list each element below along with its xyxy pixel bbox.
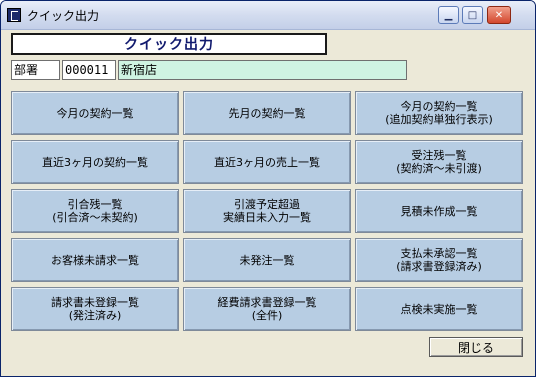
button-sublabel: (全件) bbox=[251, 309, 283, 322]
button-label: 経費請求書登録一覧 bbox=[217, 296, 317, 309]
report-button[interactable]: 見積未作成一覧 bbox=[355, 189, 523, 233]
button-label: 直近3ヶ月の契約一覧 bbox=[42, 155, 148, 169]
report-button[interactable]: 受注残一覧 (契約済～未引渡) bbox=[355, 140, 523, 184]
page-title: クイック出力 bbox=[11, 33, 327, 55]
button-sublabel: 実績日未入力一覧 bbox=[223, 211, 311, 224]
app-icon[interactable] bbox=[7, 8, 21, 22]
report-button[interactable]: 経費請求書登録一覧 (全件) bbox=[183, 287, 351, 331]
report-button[interactable]: 直近3ヶ月の売上一覧 bbox=[183, 140, 351, 184]
window-title: クイック出力 bbox=[27, 9, 100, 23]
report-button[interactable]: 直近3ヶ月の契約一覧 bbox=[11, 140, 179, 184]
report-button[interactable]: 先月の契約一覧 bbox=[183, 91, 351, 135]
button-sublabel: (引合済～未契約) bbox=[52, 211, 138, 224]
button-label: 今月の契約一覧 bbox=[56, 106, 134, 120]
button-label: 先月の契約一覧 bbox=[228, 106, 306, 120]
report-button[interactable]: 点検未実施一覧 bbox=[355, 287, 523, 331]
quick-output-window: クイック出力 ▁ □ ✕ クイック出力 部署 000011 新宿店 今月の契約一… bbox=[0, 0, 536, 377]
button-sublabel: (発注済み) bbox=[68, 309, 122, 322]
button-label: 引渡予定超過 bbox=[234, 198, 300, 211]
department-label: 部署 bbox=[11, 60, 60, 80]
button-label: 点検未実施一覧 bbox=[400, 302, 478, 316]
close-window-button[interactable]: ✕ bbox=[487, 6, 511, 24]
department-code-field[interactable]: 000011 bbox=[62, 60, 116, 80]
department-name-field: 新宿店 bbox=[118, 60, 407, 80]
button-label: 今月の契約一覧 bbox=[400, 100, 478, 113]
button-label: 受注残一覧 bbox=[411, 149, 467, 162]
close-icon: ✕ bbox=[494, 9, 504, 21]
title-bar[interactable]: クイック出力 ▁ □ ✕ bbox=[1, 1, 535, 30]
button-label: 請求書未登録一覧 bbox=[51, 296, 139, 309]
button-sublabel: (追加契約単独行表示) bbox=[385, 113, 493, 126]
report-button[interactable]: 請求書未登録一覧 (発注済み) bbox=[11, 287, 179, 331]
button-label: 直近3ヶ月の売上一覧 bbox=[214, 155, 320, 169]
button-sublabel: (契約済～未引渡) bbox=[396, 162, 482, 175]
button-label: 引合残一覧 bbox=[67, 198, 123, 211]
window-body: クイック出力 部署 000011 新宿店 今月の契約一覧 先月の契約一覧 今月の… bbox=[5, 30, 531, 372]
report-button[interactable]: 今月の契約一覧 bbox=[11, 91, 179, 135]
button-sublabel: (請求書登録済み) bbox=[396, 260, 482, 273]
report-button[interactable]: 未発注一覧 bbox=[183, 238, 351, 282]
button-label: 未発注一覧 bbox=[239, 253, 295, 267]
report-button[interactable]: お客様未請求一覧 bbox=[11, 238, 179, 282]
close-button[interactable]: 閉じる bbox=[429, 337, 523, 357]
report-button[interactable]: 支払未承認一覧 (請求書登録済み) bbox=[355, 238, 523, 282]
report-button[interactable]: 引渡予定超過 実績日未入力一覧 bbox=[183, 189, 351, 233]
report-button[interactable]: 引合残一覧 (引合済～未契約) bbox=[11, 189, 179, 233]
report-button[interactable]: 今月の契約一覧 (追加契約単独行表示) bbox=[355, 91, 523, 135]
button-label: お客様未請求一覧 bbox=[51, 253, 139, 267]
minimize-icon: ▁ bbox=[444, 9, 453, 21]
minimize-button[interactable]: ▁ bbox=[438, 6, 459, 24]
maximize-icon: □ bbox=[467, 9, 478, 21]
button-label: 見積未作成一覧 bbox=[400, 204, 478, 218]
button-label: 支払未承認一覧 bbox=[400, 247, 478, 260]
maximize-button[interactable]: □ bbox=[462, 6, 483, 24]
